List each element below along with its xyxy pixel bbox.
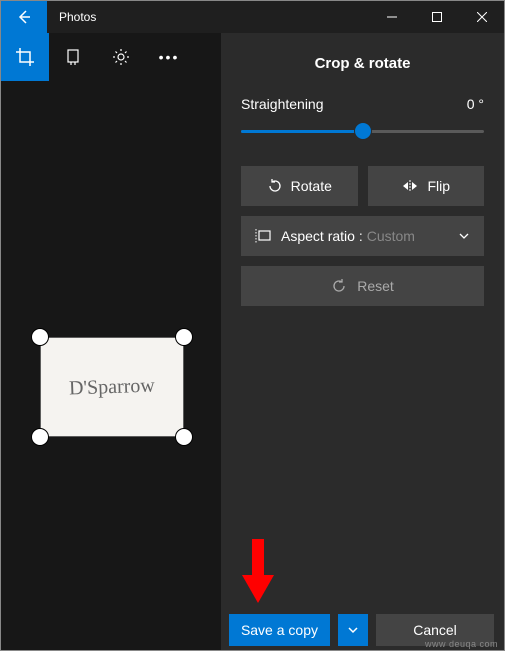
aspect-ratio-icon <box>255 229 271 243</box>
aspect-ratio-label: Aspect ratio : <box>281 228 363 244</box>
more-tools-button[interactable]: ••• <box>145 33 193 81</box>
chevron-down-icon <box>347 624 359 636</box>
crop-selection[interactable]: D'Sparrow <box>31 328 193 446</box>
save-copy-label: Save a copy <box>241 622 318 638</box>
crop-border <box>40 337 184 437</box>
back-arrow-icon <box>16 9 32 25</box>
rotate-icon <box>267 178 283 194</box>
crop-tool-button[interactable] <box>1 33 49 81</box>
chevron-down-icon <box>458 230 470 242</box>
canvas-panel: ••• D'Sparrow <box>1 33 221 651</box>
edit-toolbar: ••• <box>1 33 221 81</box>
reset-button[interactable]: Reset <box>241 266 484 306</box>
rotate-label: Rotate <box>291 178 332 194</box>
close-icon <box>477 12 487 22</box>
titlebar: Photos <box>1 1 504 33</box>
slider-track-fill <box>241 130 363 133</box>
adjust-tool-button[interactable] <box>97 33 145 81</box>
slider-thumb[interactable] <box>354 122 372 140</box>
save-dropdown-button[interactable] <box>338 614 368 646</box>
flip-label: Flip <box>427 178 450 194</box>
flip-button[interactable]: Flip <box>368 166 485 206</box>
more-icon: ••• <box>159 49 180 65</box>
watermark-text: www deuqa com <box>425 639 498 649</box>
brightness-icon <box>112 48 130 66</box>
window-controls <box>369 1 504 33</box>
content-area: ••• D'Sparrow Crop & rotate Straightenin… <box>1 33 504 651</box>
photos-app-window: Photos <box>0 0 505 651</box>
cancel-label: Cancel <box>413 622 457 638</box>
panel-title: Crop & rotate <box>241 55 484 72</box>
straighten-slider[interactable] <box>241 122 484 142</box>
close-button[interactable] <box>459 1 504 33</box>
back-button[interactable] <box>1 1 47 33</box>
straighten-value: 0 ° <box>467 96 484 112</box>
aspect-ratio-button[interactable]: Aspect ratio : Custom <box>241 216 484 256</box>
crop-handle-bottom-right[interactable] <box>175 428 193 446</box>
filters-icon <box>65 49 81 65</box>
crop-handle-top-left[interactable] <box>31 328 49 346</box>
save-copy-button[interactable]: Save a copy <box>229 614 330 646</box>
reset-icon <box>331 278 347 294</box>
minimize-icon <box>387 12 397 22</box>
rotate-button[interactable]: Rotate <box>241 166 358 206</box>
crop-rotate-panel: Crop & rotate Straightening 0 ° Rotate F… <box>221 33 504 651</box>
crop-icon <box>16 48 34 66</box>
straighten-row: Straightening 0 ° <box>241 96 484 112</box>
maximize-button[interactable] <box>414 1 459 33</box>
aspect-ratio-value: Custom <box>367 228 415 244</box>
crop-handle-bottom-left[interactable] <box>31 428 49 446</box>
app-title: Photos <box>59 10 369 24</box>
flip-icon <box>401 179 419 193</box>
filters-tool-button[interactable] <box>49 33 97 81</box>
minimize-button[interactable] <box>369 1 414 33</box>
maximize-icon <box>432 12 442 22</box>
reset-label: Reset <box>357 278 394 294</box>
crop-handle-top-right[interactable] <box>175 328 193 346</box>
straighten-label: Straightening <box>241 96 324 112</box>
